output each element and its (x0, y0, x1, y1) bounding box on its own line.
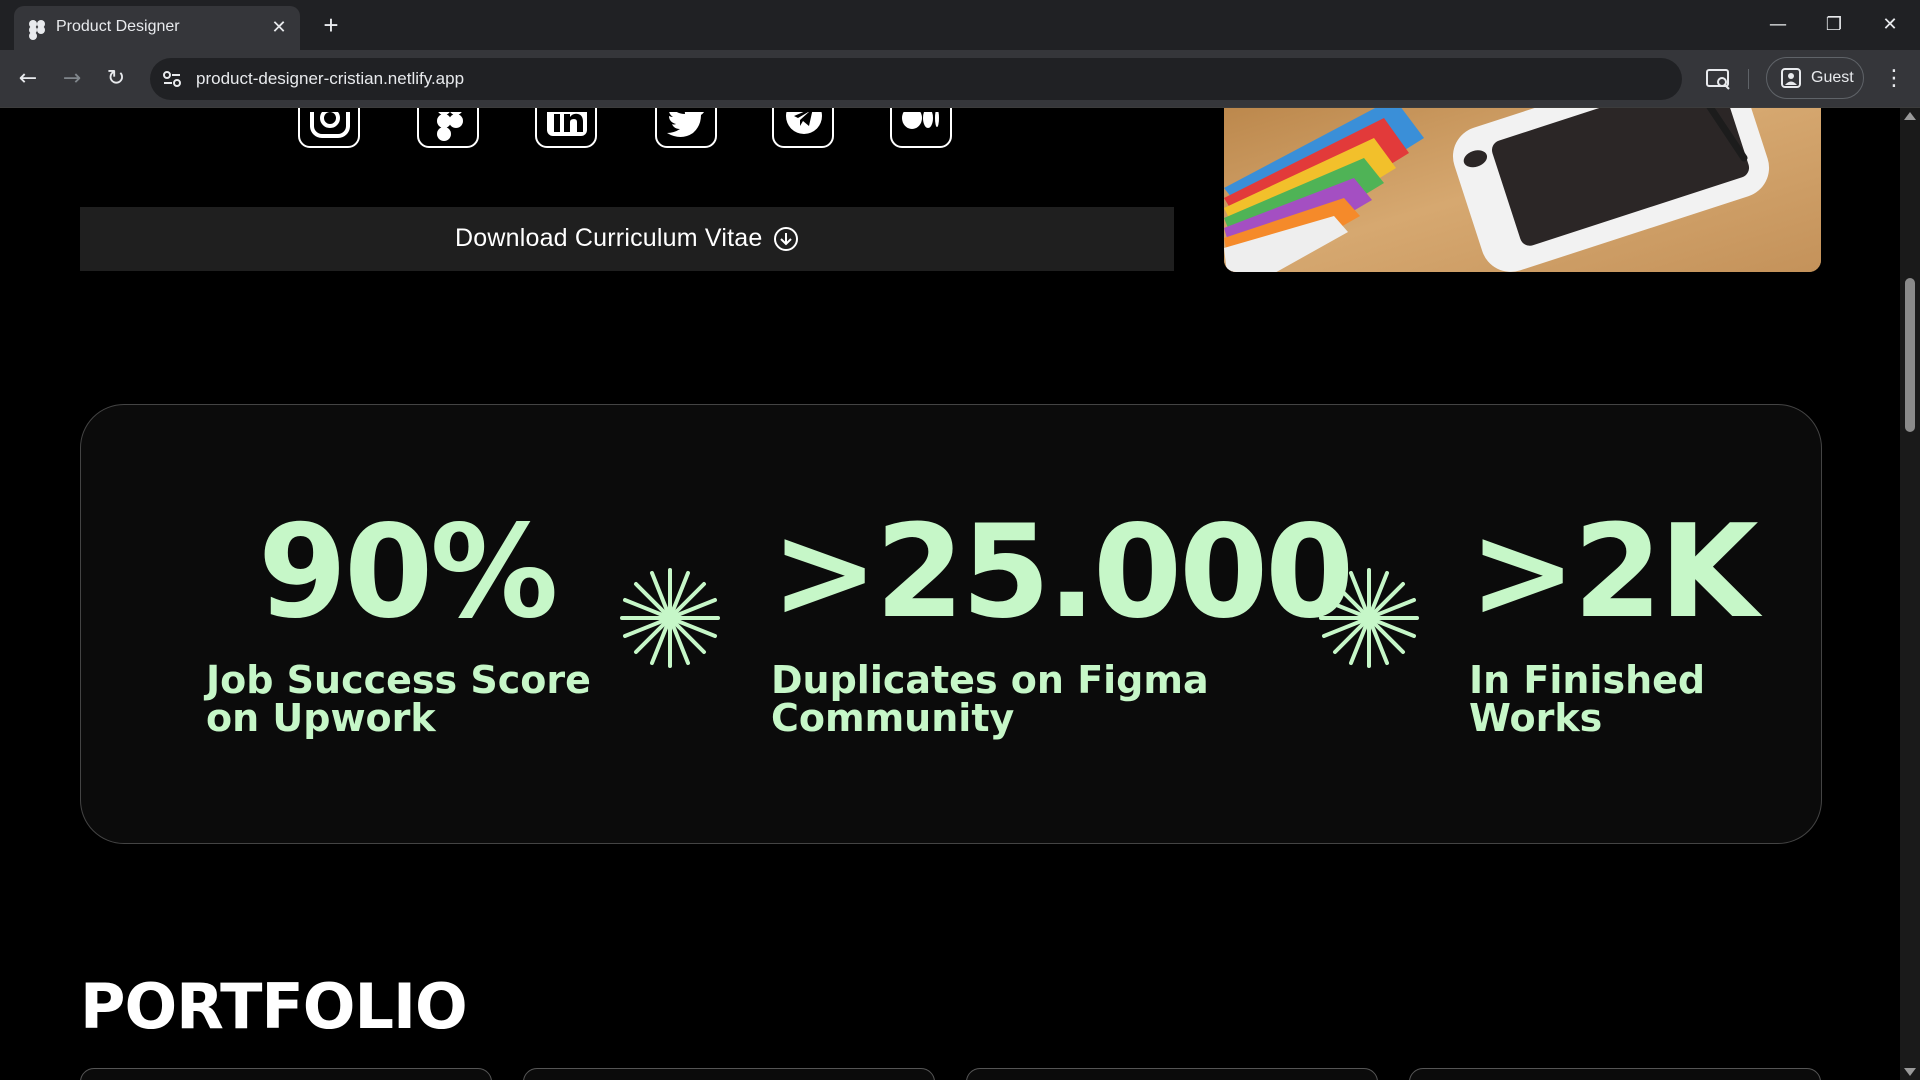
stat-label-line2: Community (771, 696, 1015, 740)
restore-icon[interactable]: ❐ (1806, 6, 1862, 44)
browser-menu-icon[interactable]: ⋮ (1880, 63, 1908, 95)
telegram-link[interactable] (772, 108, 834, 148)
twitter-link[interactable] (655, 108, 717, 148)
back-icon[interactable]: ← (12, 63, 44, 95)
stats-card: 90% Job Success Score on Upwork >25.000 … (80, 404, 1822, 844)
download-icon (774, 227, 798, 251)
scroll-up-arrow-icon[interactable] (1904, 112, 1916, 120)
profile-label: Guest (1811, 69, 1854, 86)
instagram-icon (310, 112, 350, 138)
stat-value: 90% (258, 498, 558, 647)
twitter-icon (667, 112, 705, 137)
reload-icon[interactable]: ↻ (100, 63, 132, 95)
hero-photo (1224, 108, 1821, 272)
portfolio-card[interactable] (80, 1068, 492, 1080)
instagram-link[interactable] (298, 108, 360, 148)
forward-icon[interactable]: → (56, 63, 88, 95)
starburst-icon (620, 568, 720, 668)
download-cv-label: Download Curriculum Vitae (455, 224, 763, 252)
close-window-icon[interactable]: ✕ (1862, 6, 1918, 44)
portfolio-card[interactable] (1409, 1068, 1821, 1080)
close-tab-icon[interactable]: ✕ (266, 15, 292, 41)
url-text: product-designer-cristian.netlify.app (196, 69, 465, 88)
minimize-icon[interactable]: — (1750, 6, 1806, 44)
address-bar[interactable]: product-designer-cristian.netlify.app (150, 58, 1682, 100)
portfolio-card[interactable] (966, 1068, 1378, 1080)
stat-label-line1: Duplicates on Figma (771, 658, 1209, 702)
figma-link[interactable] (417, 108, 479, 148)
linkedin-icon (547, 112, 587, 136)
screen-search-icon[interactable] (1704, 65, 1732, 93)
linkedin-link[interactable] (535, 108, 597, 148)
new-tab-button[interactable]: + (316, 10, 346, 40)
browser-toolbar: ← → ↻ product-designer-cristian.netlify.… (0, 50, 1920, 108)
browser-tab-bar: Product Designer ✕ + — ❐ ✕ (0, 0, 1920, 50)
scroll-down-arrow-icon[interactable] (1904, 1068, 1916, 1076)
stat-label-line2: Works (1469, 696, 1603, 740)
scrollbar-thumb[interactable] (1905, 278, 1915, 432)
tab-title: Product Designer (56, 18, 180, 35)
medium-icon (902, 112, 939, 129)
stat-label-line1: Job Success Score (206, 658, 591, 702)
designer-desk-image (1224, 108, 1821, 272)
figma-icon (437, 112, 463, 141)
portfolio-heading: PORTFOLIO (80, 970, 468, 1043)
stat-label-line2: on Upwork (206, 696, 436, 740)
figma-favicon-icon (29, 20, 45, 40)
medium-link[interactable] (890, 108, 952, 148)
stat-value: >2K (1469, 498, 1758, 647)
stat-label-line1: In Finished (1469, 658, 1706, 702)
profile-icon (1781, 68, 1801, 88)
toolbar-divider (1748, 69, 1749, 89)
portfolio-card[interactable] (523, 1068, 935, 1080)
guest-profile-button[interactable]: Guest (1766, 57, 1864, 99)
stat-value: >25.000 (771, 498, 1354, 647)
page-scrollbar[interactable] (1900, 108, 1920, 1080)
starburst-icon (1319, 568, 1419, 668)
telegram-icon (786, 112, 822, 134)
page-viewport: Download Curriculum Vitae 90% Job Succes… (0, 108, 1900, 1080)
download-cv-button[interactable]: Download Curriculum Vitae (80, 207, 1174, 271)
browser-tab[interactable]: Product Designer ✕ (14, 6, 300, 50)
site-info-icon[interactable] (160, 67, 184, 91)
